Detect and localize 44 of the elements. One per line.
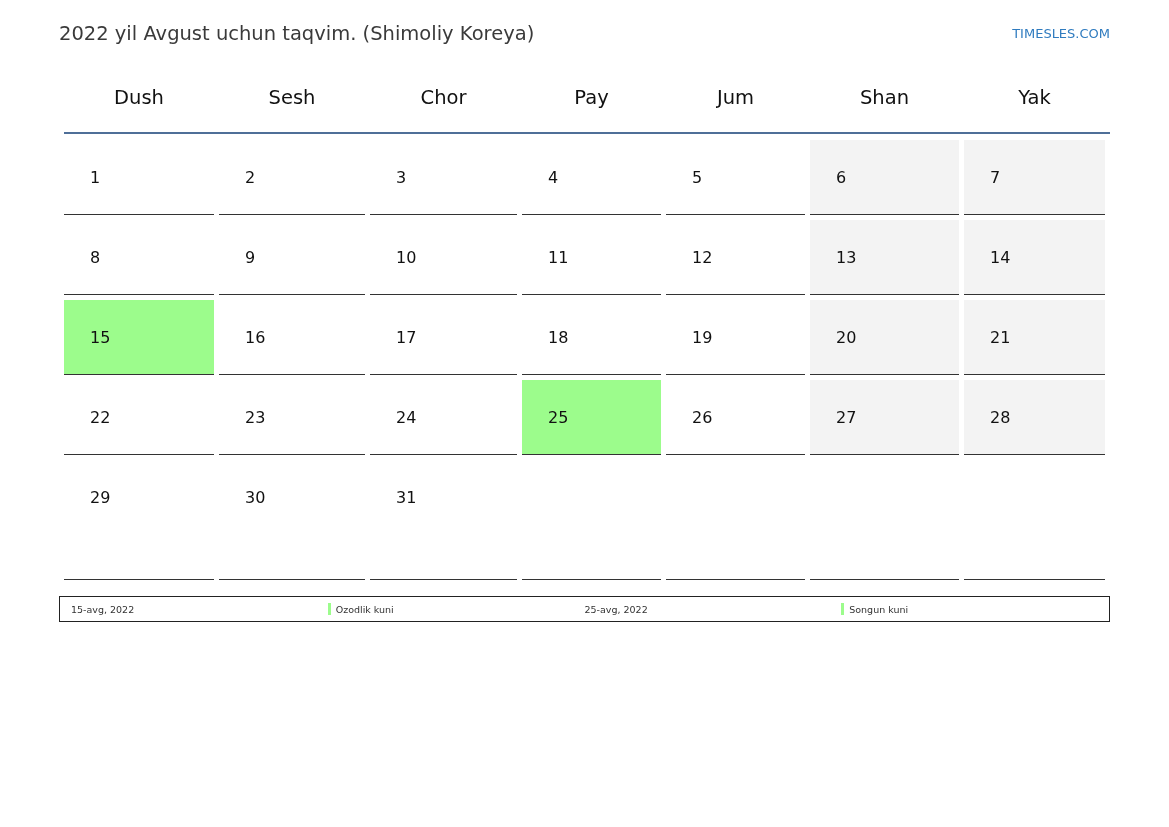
day-number: 28 — [990, 408, 1011, 427]
day-number: 12 — [692, 248, 713, 267]
day-number: 23 — [245, 408, 266, 427]
holiday-name: Ozodlik kuni — [335, 603, 394, 615]
day-number: 10 — [396, 248, 417, 267]
day-number: 3 — [396, 168, 407, 187]
weekday-header: Pay — [522, 70, 666, 134]
day-number: 18 — [548, 328, 569, 347]
day-number: 4 — [548, 168, 559, 187]
day-number: 27 — [836, 408, 857, 427]
day-number: 30 — [245, 488, 266, 507]
day-number: 16 — [245, 328, 266, 347]
day-number: 21 — [990, 328, 1011, 347]
weekday-header: Shan — [810, 70, 964, 134]
day-number: 8 — [90, 248, 101, 267]
day-number: 5 — [692, 168, 703, 187]
day-number: 15 — [90, 328, 111, 347]
day-number: 24 — [396, 408, 417, 427]
day-number: 7 — [990, 168, 1001, 187]
day-number: 29 — [90, 488, 111, 507]
holiday-name: Songun kuni — [849, 603, 909, 615]
day-number: 22 — [90, 408, 111, 427]
weekday-header: Yak — [964, 70, 1110, 134]
day-number: 9 — [245, 248, 256, 267]
calendar-title: 2022 yil Avgust uchun taqvim. (Shimoliy Koreya) — [59, 21, 535, 45]
day-number: 1 — [90, 168, 101, 187]
day-number: 25 — [548, 408, 569, 427]
day-number: 17 — [396, 328, 417, 347]
weekday-header: Sesh — [219, 70, 370, 134]
weekday-header: Dush — [64, 70, 219, 134]
day-number: 13 — [836, 248, 857, 267]
day-number: 6 — [836, 168, 847, 187]
day-number: 14 — [990, 248, 1011, 267]
day-number: 19 — [692, 328, 713, 347]
holiday-date: 15-avg, 2022 — [71, 603, 136, 615]
weekday-header: Chor — [370, 70, 522, 134]
holiday-date: 25-avg, 2022 — [584, 603, 649, 615]
day-number: 2 — [245, 168, 256, 187]
day-number: 20 — [836, 328, 857, 347]
weekday-header: Jum — [666, 70, 810, 134]
day-number: 26 — [692, 408, 713, 427]
site-link[interactable]: TIMESLES.COM — [1012, 25, 1110, 41]
day-number: 31 — [396, 488, 417, 507]
day-number: 11 — [548, 248, 569, 267]
